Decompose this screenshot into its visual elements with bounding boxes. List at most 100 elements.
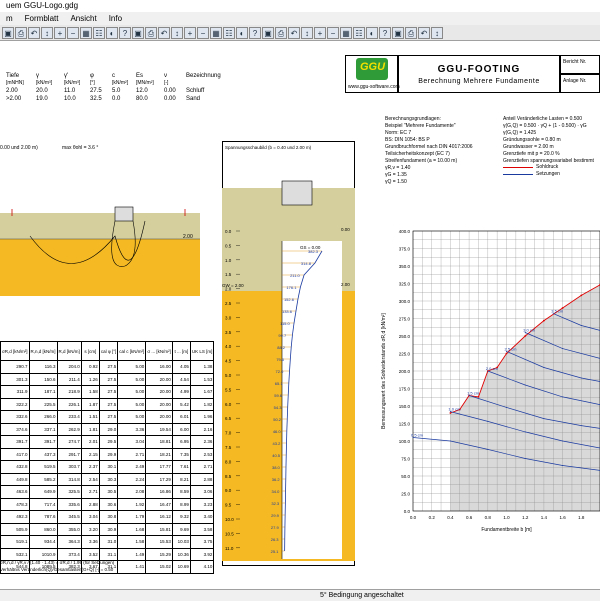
table-cell: 20.00 [146, 411, 173, 424]
table-cell: 374.6 [1, 423, 30, 436]
undo-icon[interactable]: ↶ [158, 27, 170, 39]
table-cell: 860.0 [29, 523, 57, 536]
table-cell: 290.7 [1, 361, 30, 374]
arrow-icon[interactable]: ↕ [171, 27, 183, 39]
stress-value-label: 115.0 [280, 321, 290, 326]
zoom-in-icon[interactable]: + [184, 27, 196, 39]
zoom-in-icon[interactable]: + [314, 27, 326, 39]
undo-icon[interactable]: ↶ [288, 27, 300, 39]
arrow-icon[interactable]: ↕ [41, 27, 53, 39]
color-icon[interactable]: ◐ [106, 27, 118, 39]
soil-cell: 27.5 [90, 88, 102, 95]
arrow-icon[interactable]: ↕ [431, 27, 443, 39]
table-cell: 492.3 [1, 511, 30, 524]
print-icon[interactable]: ⎙ [405, 27, 417, 39]
grid-icon[interactable]: ▦ [340, 27, 352, 39]
soil-cell: 0.00 [164, 96, 176, 103]
annex-number-box: Anlage Nr. [560, 74, 600, 93]
stress-gs_label: GS = 0.00 [300, 245, 321, 250]
menu-item-3[interactable]: Info [103, 12, 128, 25]
chart-xtick: 0.4 [447, 515, 454, 520]
undo-icon[interactable]: ↶ [28, 27, 40, 39]
chart-xtick: 0.6 [466, 515, 473, 520]
table-cell: 3.20 [81, 523, 99, 536]
param-right-line: γ(G,Q) = 0.500 · γQ + (1 - 0.500) · γG [503, 123, 587, 130]
print-icon[interactable]: ⎙ [15, 27, 27, 39]
table-cell: 29.9 [99, 448, 117, 461]
stress-axis-tick: 5.5 [225, 387, 232, 392]
soil-cell: 32.5 [90, 96, 102, 103]
soil-cell: 2.00 [6, 88, 18, 95]
table-row: 374.6337.1262.91.8129.03.3619.546.002.16 [1, 423, 214, 436]
table-icon[interactable]: ☷ [93, 27, 105, 39]
help-icon[interactable]: ? [379, 27, 391, 39]
table-row: 301.3150.6211.41.2627.55.0020.004.541.53 [1, 373, 214, 386]
help-icon[interactable]: ? [119, 27, 131, 39]
settlement-label: 0.5 cm [411, 433, 424, 438]
print-icon[interactable]: ⎙ [275, 27, 287, 39]
color-icon[interactable]: ◐ [366, 27, 378, 39]
help-icon[interactable]: ? [249, 27, 261, 39]
chart-point [581, 425, 582, 426]
table-row: 311.9187.1218.91.5827.55.0020.004.991.67 [1, 386, 214, 399]
stress-axis-tick: 10.0 [225, 517, 234, 522]
table-cell: 3.40 [190, 511, 214, 524]
table-cell: 27.5 [99, 361, 117, 374]
table-cell: 8.99 [172, 498, 190, 511]
table-cell: 505.9 [1, 523, 30, 536]
table-cell: 2.53 [190, 448, 214, 461]
table-cell: 1.87 [81, 398, 99, 411]
ggu-logo-icon: GGU [356, 58, 388, 80]
results-header-cell: σR,d [kN/m²] [1, 342, 30, 361]
table-row: 432.8519.5303.72.3730.12.4917.777.612.71 [1, 461, 214, 474]
menu-item-0[interactable]: m [0, 12, 19, 25]
zoom-out-icon[interactable]: − [197, 27, 209, 39]
menu-item-1[interactable]: Formblatt [19, 12, 65, 25]
stress-value-label: 34.0 [272, 489, 281, 494]
chart-xtick: 1.4 [541, 515, 548, 520]
arrow-icon[interactable]: ↕ [301, 27, 313, 39]
save-icon[interactable]: ▣ [132, 27, 144, 39]
table-cell: 20.00 [146, 373, 173, 386]
zoom-in-icon[interactable]: + [54, 27, 66, 39]
menu-item-2[interactable]: Ansicht [64, 12, 102, 25]
table-cell: 1.79 [118, 511, 146, 524]
table-icon[interactable]: ☷ [353, 27, 365, 39]
print-icon[interactable]: ⎙ [145, 27, 157, 39]
drawing-canvas[interactable]: Tiefeγγ'φcEsνBezeichnung[mNHN][kN/m³][kN… [0, 41, 600, 589]
zoom-out-icon[interactable]: − [67, 27, 79, 39]
soil-header-1: γ [36, 73, 39, 80]
soil-unit-1: [kN/m³] [36, 80, 52, 87]
chart-ytick: 0.0 [404, 509, 411, 514]
undo-icon[interactable]: ↶ [418, 27, 430, 39]
results-header-cell: cal φ [°] [99, 342, 117, 361]
stress-axis-tick: 7.0 [225, 431, 232, 436]
chart-point [543, 367, 544, 368]
legend-label-sohldruck: Sohldruck [536, 164, 558, 171]
table-cell: 311.9 [1, 386, 30, 399]
stress-axis-tick: 9.0 [225, 488, 232, 493]
table-cell: 335.6 [57, 498, 81, 511]
chart-ytick: 400.0 [399, 229, 411, 234]
stress-value-label: 36.2 [272, 477, 281, 482]
grid-icon[interactable]: ▦ [80, 27, 92, 39]
chart-xtick: 0.0 [410, 515, 417, 520]
grid-icon[interactable]: ▦ [210, 27, 222, 39]
stress-axis-tick: 6.0 [225, 402, 232, 407]
save-icon[interactable]: ▣ [2, 27, 14, 39]
zoom-out-icon[interactable]: − [327, 27, 339, 39]
table-cell: 3.36 [118, 423, 146, 436]
param-left-line: Beispiel "Mehrere Fundamente" [385, 123, 456, 130]
save-icon[interactable]: ▣ [262, 27, 274, 39]
chart-ytick: 375.0 [399, 247, 411, 252]
table-icon[interactable]: ☷ [223, 27, 235, 39]
save-icon[interactable]: ▣ [392, 27, 404, 39]
color-icon[interactable]: ◐ [236, 27, 248, 39]
table-cell: 5.00 [118, 398, 146, 411]
table-cell: 27.5 [99, 386, 117, 399]
stress-value-label: 65.1 [275, 381, 284, 386]
stress-value-label: 50.2 [273, 417, 282, 422]
table-row: 332.6266.0233.41.5127.55.0020.006.011.96 [1, 411, 214, 424]
chart-ytick: 100.0 [399, 439, 411, 444]
results-header-cell: t ... [m] [172, 342, 190, 361]
